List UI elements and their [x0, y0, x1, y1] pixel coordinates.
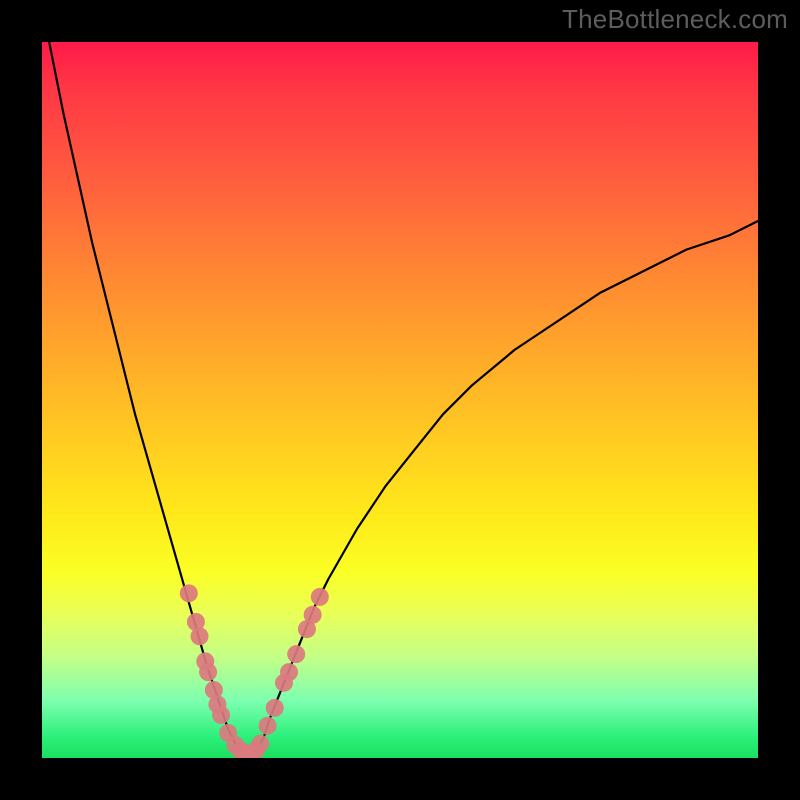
gpu-marker — [212, 706, 230, 724]
gpu-marker — [266, 699, 284, 717]
gpu-marker — [304, 606, 322, 624]
bottleneck-curve — [49, 42, 758, 754]
plot-area — [42, 42, 758, 758]
gpu-marker — [180, 584, 198, 602]
gpu-marker — [259, 717, 277, 735]
gpu-marker — [199, 663, 217, 681]
gpu-marker — [251, 735, 269, 753]
watermark-text: TheBottleneck.com — [562, 4, 788, 35]
plot-svg — [42, 42, 758, 758]
gpu-marker — [287, 645, 305, 663]
gpu-marker — [280, 663, 298, 681]
gpu-marker — [191, 627, 209, 645]
chart-frame: TheBottleneck.com — [0, 0, 800, 800]
gpu-marker — [311, 588, 329, 606]
